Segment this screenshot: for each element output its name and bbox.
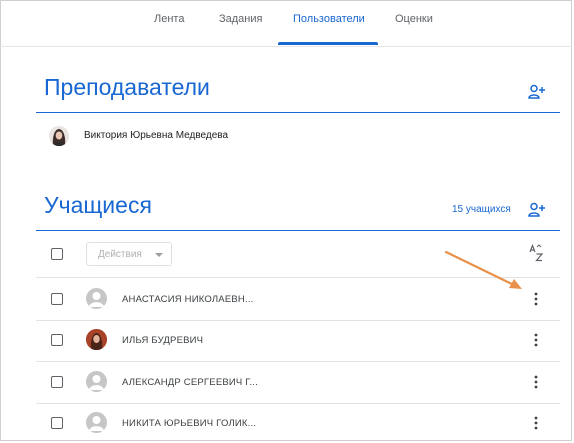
row-divider [36, 403, 560, 404]
teachers-heading: Преподаватели [44, 74, 210, 100]
more-vert-icon[interactable] [531, 333, 541, 347]
teacher-name[interactable]: Виктория Юрьевна Медведева [84, 130, 228, 141]
student-checkbox[interactable] [51, 376, 63, 388]
row-divider [36, 361, 560, 362]
student-checkbox[interactable] [51, 293, 63, 305]
row-divider [36, 320, 560, 321]
more-vert-icon[interactable] [531, 292, 541, 306]
screenshot-frame [0, 0, 572, 441]
student-photo-avatar [86, 329, 107, 350]
tab-grades[interactable]: Оценки [395, 13, 433, 25]
student-name[interactable]: АНАСТАСИЯ НИКОЛАЕВН... [122, 294, 254, 305]
students-heading: Учащиеся [44, 192, 152, 218]
students-divider [36, 230, 560, 231]
actions-dropdown[interactable]: Действия [86, 242, 172, 266]
more-vert-icon[interactable] [531, 375, 541, 389]
tab-assignments[interactable]: Задания [219, 13, 262, 25]
top-tab-bar: Лента Задания Пользователи Оценки [0, 0, 572, 47]
default-avatar-icon [86, 412, 107, 433]
teachers-divider [36, 112, 560, 113]
student-checkbox[interactable] [51, 417, 63, 429]
student-name[interactable]: НИКИТА ЮРЬЕВИЧ ГОЛИК... [122, 418, 256, 429]
add-student-icon[interactable] [528, 202, 546, 218]
dropdown-caret-icon [155, 253, 163, 257]
more-vert-icon[interactable] [531, 416, 541, 430]
student-count: 15 учащихся [452, 204, 511, 215]
tab-feed[interactable]: Лента [154, 13, 184, 25]
student-name[interactable]: ИЛЬЯ БУДРЕВИЧ [122, 335, 203, 346]
default-avatar-icon [86, 288, 107, 309]
annotation-arrow [444, 250, 522, 289]
select-all-checkbox[interactable] [51, 248, 63, 260]
add-teacher-icon[interactable] [528, 84, 546, 100]
actions-dropdown-label: Действия [98, 249, 142, 260]
active-tab-indicator [278, 42, 378, 45]
default-avatar-icon [86, 371, 107, 392]
student-checkbox[interactable] [51, 334, 63, 346]
student-name[interactable]: АЛЕКСАНДР СЕРГЕЕВИЧ Г... [122, 377, 258, 388]
tab-people[interactable]: Пользователи [293, 13, 365, 25]
teacher-avatar [49, 126, 69, 146]
